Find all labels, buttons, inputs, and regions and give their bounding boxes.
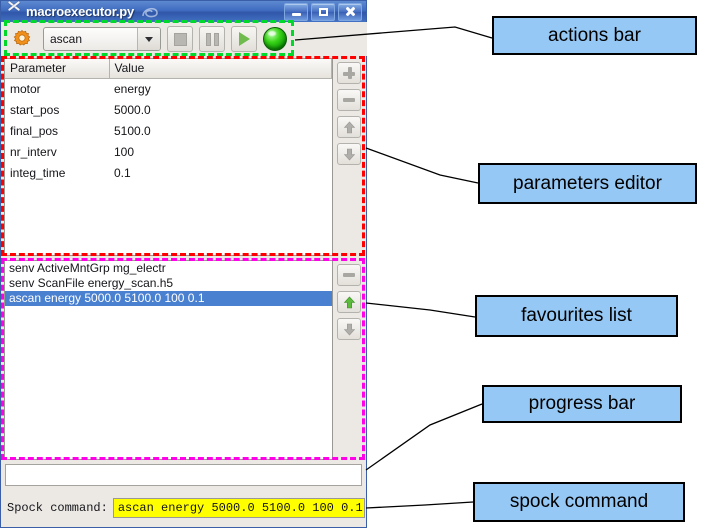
play-button[interactable] <box>231 26 257 52</box>
plus-icon <box>343 67 355 79</box>
parameters-side-buttons <box>333 58 365 256</box>
cell-parameter: final_pos <box>5 120 109 141</box>
arrow-down-icon <box>343 148 355 160</box>
spock-command-value: ascan energy 5000.0 5100.0 100 0.1 <box>117 501 363 515</box>
minus-icon <box>343 98 355 102</box>
move-parameter-up-button[interactable] <box>337 116 361 138</box>
favourites-list-container[interactable]: senv ActiveMntGrp mg_electr senv ScanFil… <box>4 260 333 460</box>
callout-favourites-list: favourites list <box>475 295 678 337</box>
window-titlebar[interactable]: macroexecutor.py <box>1 0 366 22</box>
table-header-row: Parameter Value <box>5 59 332 79</box>
parameters-editor: Parameter Value motor energy start_pos 5… <box>4 58 365 256</box>
stop-button[interactable] <box>167 26 193 52</box>
cell-value[interactable]: 5100.0 <box>109 120 332 141</box>
table-row[interactable]: motor energy <box>5 78 332 99</box>
play-icon <box>238 32 250 46</box>
table-row[interactable]: integ_time 0.1 <box>5 162 332 183</box>
macroexecutor-window: macroexecutor.py ascan Parameter Value m… <box>0 0 367 528</box>
minimize-button[interactable] <box>284 2 308 21</box>
close-button[interactable] <box>338 2 362 21</box>
column-header-value[interactable]: Value <box>109 59 332 79</box>
spock-command-field[interactable]: ascan energy 5000.0 5100.0 100 0.1 <box>112 498 365 518</box>
status-led <box>263 27 287 51</box>
remove-favourite-button[interactable] <box>337 264 361 286</box>
add-parameter-button[interactable] <box>337 62 361 84</box>
move-favourite-up-button[interactable] <box>337 291 361 313</box>
cell-parameter: start_pos <box>5 99 109 120</box>
favourites-side-buttons <box>333 260 365 460</box>
cell-value[interactable]: energy <box>109 78 332 99</box>
arrow-up-icon <box>343 296 355 308</box>
list-item[interactable]: senv ActiveMntGrp mg_electr <box>5 261 332 276</box>
stop-icon <box>173 32 187 46</box>
favourites-list: senv ActiveMntGrp mg_electr senv ScanFil… <box>4 260 365 460</box>
window-title: macroexecutor.py <box>26 4 135 19</box>
arrow-up-icon <box>343 121 355 133</box>
list-item[interactable]: senv ScanFile energy_scan.h5 <box>5 276 332 291</box>
callout-actions-bar: actions bar <box>492 16 697 55</box>
macro-combobox-value: ascan <box>50 32 83 46</box>
gear-icon <box>13 30 31 46</box>
pause-icon <box>205 32 219 46</box>
actions-bar: ascan <box>2 22 367 56</box>
progress-bar <box>5 464 362 486</box>
maximize-button[interactable] <box>311 2 335 21</box>
pause-button[interactable] <box>199 26 225 52</box>
arrow-down-icon <box>343 323 355 335</box>
table-row[interactable]: nr_interv 100 <box>5 141 332 162</box>
spock-command-bar: Spock command: ascan energy 5000.0 5100.… <box>4 490 365 526</box>
list-item-selected[interactable]: ascan energy 5000.0 5100.0 100 0.1 <box>5 291 332 306</box>
remove-parameter-button[interactable] <box>337 89 361 111</box>
scissors-icon <box>4 0 24 20</box>
callout-spock-command: spock command <box>473 482 685 522</box>
cell-value[interactable]: 5000.0 <box>109 99 332 120</box>
settings-button[interactable] <box>7 25 37 53</box>
callout-parameters-editor: parameters editor <box>478 163 697 204</box>
cell-value[interactable]: 100 <box>109 141 332 162</box>
cell-parameter: motor <box>5 78 109 99</box>
table-row[interactable]: final_pos 5100.0 <box>5 120 332 141</box>
shell-icon <box>142 7 158 17</box>
cell-parameter: integ_time <box>5 162 109 183</box>
spock-command-label: Spock command: <box>7 501 108 515</box>
parameters-table-container[interactable]: Parameter Value motor energy start_pos 5… <box>4 58 333 256</box>
table-row[interactable]: start_pos 5000.0 <box>5 99 332 120</box>
chevron-down-icon[interactable] <box>137 28 160 50</box>
column-header-parameter[interactable]: Parameter <box>5 59 110 79</box>
macro-combobox[interactable]: ascan <box>43 27 161 51</box>
move-parameter-down-button[interactable] <box>337 143 361 165</box>
window-controls <box>284 2 362 21</box>
minus-icon <box>343 273 355 277</box>
parameters-table: Parameter Value motor energy start_pos 5… <box>5 59 332 183</box>
cell-value[interactable]: 0.1 <box>109 162 332 183</box>
move-favourite-down-button[interactable] <box>337 318 361 340</box>
cell-parameter: nr_interv <box>5 141 109 162</box>
callout-progress-bar: progress bar <box>482 385 682 423</box>
